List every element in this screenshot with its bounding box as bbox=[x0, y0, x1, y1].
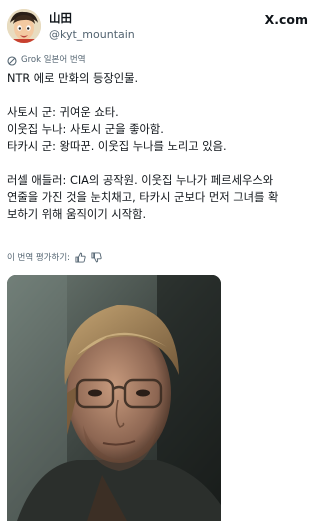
post-line: NTR 에로 만화의 등장인물. bbox=[7, 72, 139, 85]
avatar[interactable] bbox=[7, 9, 41, 43]
post-text: NTR 에로 만화의 등장인물. 사토시 군: 귀여운 쇼타. 이웃집 누나: … bbox=[7, 70, 317, 223]
post-line: 이웃집 누나: 사토시 군을 좋아함. bbox=[7, 123, 164, 136]
post-line: 연줄을 가진 것을 눈치채고, 타카시 군보다 먼저 그녀를 확 bbox=[7, 191, 279, 204]
thumbs-up-icon[interactable] bbox=[75, 248, 86, 267]
post-line: 사토시 군: 귀여운 쇼타. bbox=[7, 106, 119, 119]
brand-label: X.com bbox=[264, 12, 308, 27]
translation-note: Grok 일본어 번역 bbox=[7, 53, 86, 67]
post-line: 러셀 애들러: CIA의 공작원. 이웃집 누나가 페르세우스와 bbox=[7, 174, 274, 187]
grok-icon bbox=[7, 51, 17, 70]
brand-mark: X.com bbox=[265, 12, 308, 28]
translation-note-label: Grok 일본어 번역 bbox=[21, 55, 86, 65]
post-image[interactable] bbox=[7, 275, 221, 521]
post-header: 山田 @kyt_mountain X.com bbox=[0, 0, 320, 50]
post-line: 타카시 군: 왕따꾼. 이웃집 누나를 노리고 있음. bbox=[7, 140, 227, 153]
author-name[interactable]: 山田 bbox=[49, 11, 72, 25]
author-handle[interactable]: @kyt_mountain bbox=[49, 28, 135, 42]
post-line: 보하기 위해 움직이기 시작함. bbox=[7, 208, 147, 221]
rate-translation: 이 번역 평가하기: bbox=[7, 250, 102, 264]
thumbs-down-icon[interactable] bbox=[91, 248, 102, 267]
rate-translation-label: 이 번역 평가하기: bbox=[7, 253, 71, 263]
